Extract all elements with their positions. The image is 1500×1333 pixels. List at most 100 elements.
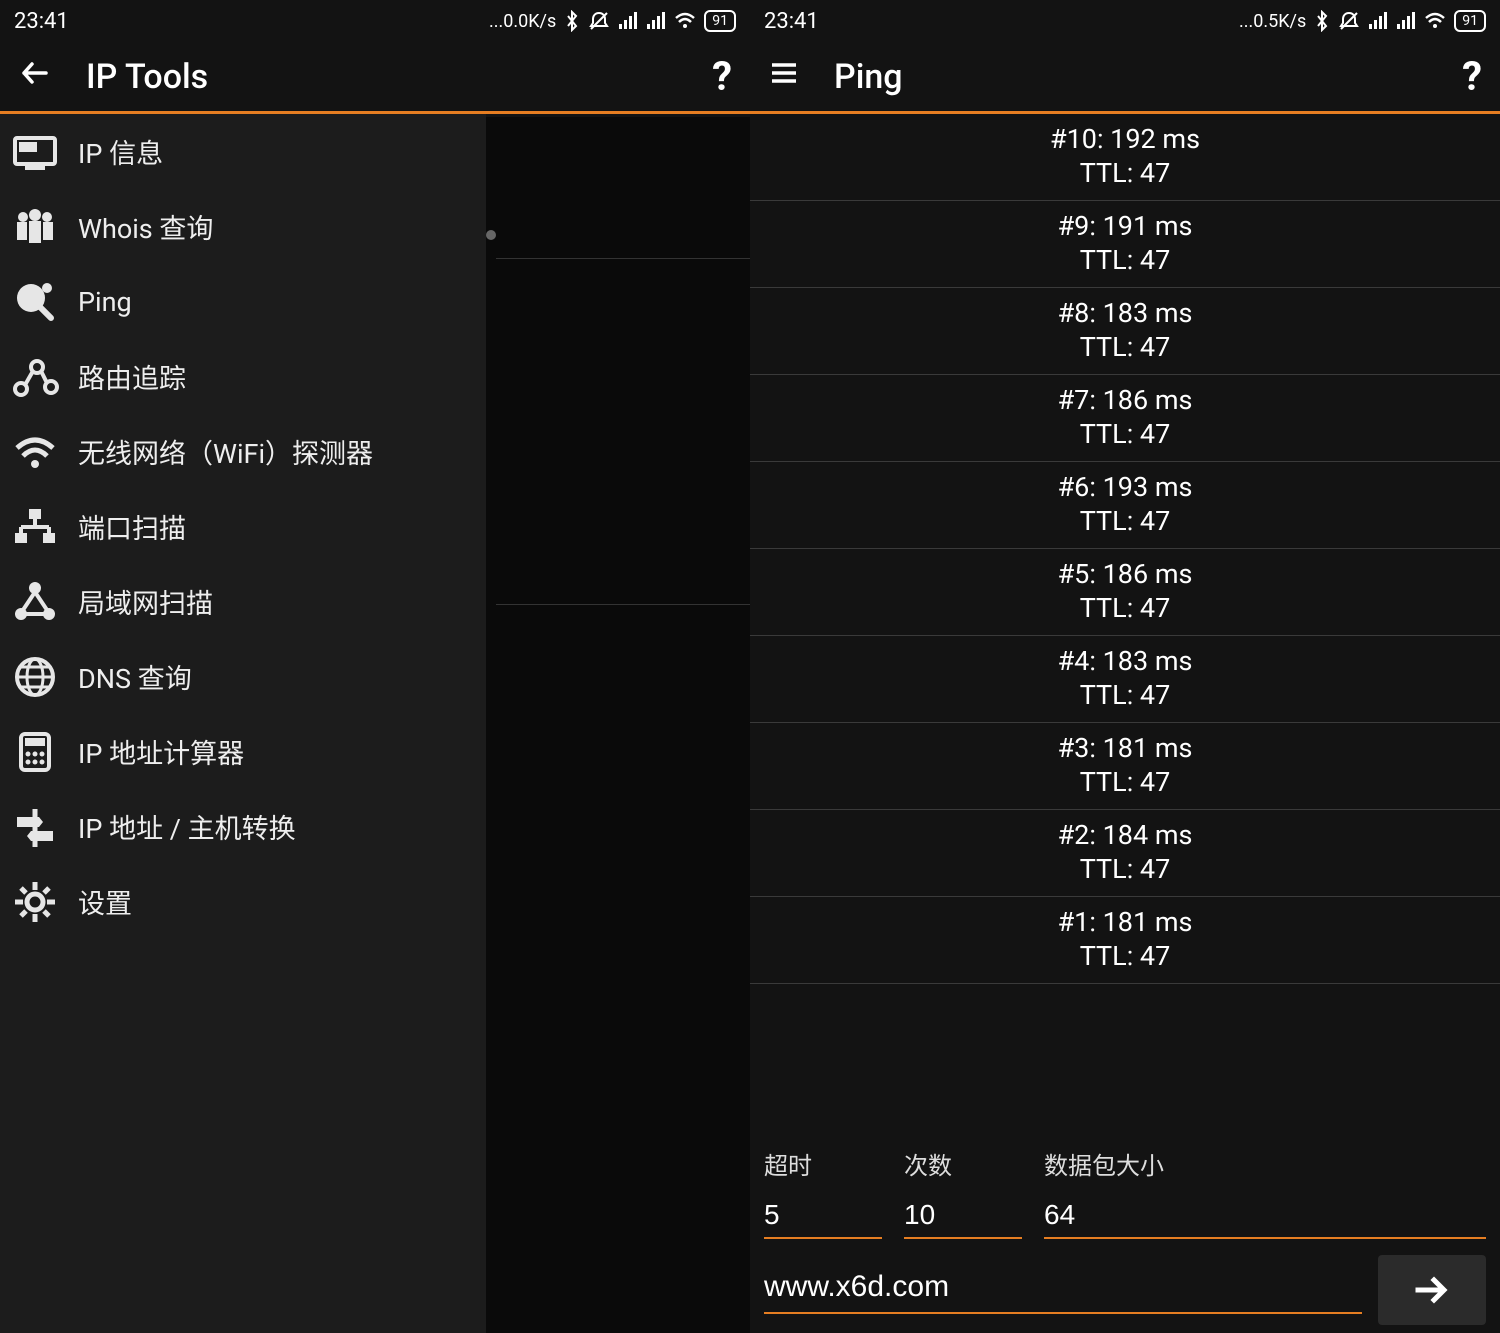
sidebar-item-label: DNS 查询 bbox=[78, 657, 192, 696]
sidebar-item-label: 设置 bbox=[78, 882, 132, 921]
help-icon[interactable]: ? bbox=[712, 53, 732, 100]
gear-icon bbox=[10, 877, 60, 927]
signal-icon-1 bbox=[618, 12, 638, 30]
partial-divider bbox=[496, 604, 750, 605]
ping-result-line2: TTL: 47 bbox=[750, 852, 1500, 886]
help-icon[interactable]: ? bbox=[1462, 53, 1482, 100]
ping-result-line1: #8: 183 ms bbox=[750, 296, 1500, 330]
ping-result-line1: #9: 191 ms bbox=[750, 209, 1500, 243]
ping-result-line1: #3: 181 ms bbox=[750, 731, 1500, 765]
battery-level: 91 bbox=[704, 10, 736, 32]
arrow-right-icon bbox=[1410, 1268, 1454, 1312]
mute-icon bbox=[1338, 10, 1360, 32]
sidebar-item-label: Whois 查询 bbox=[78, 207, 213, 246]
ping-result-line2: TTL: 47 bbox=[750, 678, 1500, 712]
sidebar-item-ping[interactable]: Ping bbox=[0, 264, 486, 339]
sidebar-item-wifi[interactable]: 无线网络（WiFi）探测器 bbox=[0, 414, 486, 489]
sidebar-item-ip-info[interactable]: IP 信息 bbox=[0, 114, 486, 189]
sidebar-item-label: IP 信息 bbox=[78, 132, 163, 171]
status-speed: ...0.5K/s bbox=[1239, 11, 1306, 32]
sidebar-item-label: 无线网络（WiFi）探测器 bbox=[78, 432, 373, 471]
count-field: 次数 bbox=[904, 1146, 1022, 1239]
timeout-field: 超时 bbox=[764, 1146, 882, 1239]
ping-result-line2: TTL: 47 bbox=[750, 765, 1500, 799]
run-ping-button[interactable] bbox=[1378, 1255, 1486, 1325]
back-icon[interactable] bbox=[18, 56, 52, 98]
timeout-input[interactable] bbox=[764, 1195, 882, 1239]
ping-result-line1: #2: 184 ms bbox=[750, 818, 1500, 852]
ping-result-line1: #6: 193 ms bbox=[750, 470, 1500, 504]
count-input[interactable] bbox=[904, 1195, 1022, 1239]
status-bar: 23:41 ...0.5K/s 91 bbox=[750, 0, 1500, 42]
signpost-icon bbox=[10, 802, 60, 852]
app-bar: Ping ? bbox=[750, 42, 1500, 114]
signal-icon-2 bbox=[646, 12, 666, 30]
ping-result-row: #1: 181 msTTL: 47 bbox=[750, 897, 1500, 984]
wifi-status-icon bbox=[674, 12, 696, 30]
paddle-icon bbox=[10, 277, 60, 327]
host-input[interactable] bbox=[764, 1266, 1362, 1314]
bluetooth-icon bbox=[564, 10, 580, 32]
packet-size-label: 数据包大小 bbox=[1044, 1146, 1486, 1181]
ping-result-line1: #1: 181 ms bbox=[750, 905, 1500, 939]
left-phone: 23:41 ...0.0K/s 91 IP bbox=[0, 0, 750, 1333]
lan-icon bbox=[10, 577, 60, 627]
globe-icon bbox=[10, 652, 60, 702]
route-icon bbox=[10, 352, 60, 402]
packet-size-field: 数据包大小 bbox=[1044, 1146, 1486, 1239]
host-row bbox=[750, 1239, 1500, 1333]
signal-icon-2 bbox=[1396, 12, 1416, 30]
ping-result-line2: TTL: 47 bbox=[750, 939, 1500, 973]
ping-controls: 超时 次数 数据包大小 bbox=[750, 1140, 1500, 1239]
right-phone: 23:41 ...0.5K/s 91 Pin bbox=[750, 0, 1500, 1333]
wifi-status-icon bbox=[1424, 12, 1446, 30]
ping-results-list[interactable]: #10: 192 msTTL: 47#9: 191 msTTL: 47#8: 1… bbox=[750, 114, 1500, 1140]
ping-result-row: #10: 192 msTTL: 47 bbox=[750, 114, 1500, 201]
ping-result-line1: #7: 186 ms bbox=[750, 383, 1500, 417]
status-speed: ...0.0K/s bbox=[489, 11, 556, 32]
status-time: 23:41 bbox=[14, 9, 69, 34]
menu-backdrop[interactable] bbox=[486, 117, 750, 1333]
mute-icon bbox=[588, 10, 610, 32]
ping-result-row: #3: 181 msTTL: 47 bbox=[750, 723, 1500, 810]
sidebar-item-label: IP 地址计算器 bbox=[78, 732, 244, 771]
bluetooth-icon bbox=[1314, 10, 1330, 32]
sidebar-menu: IP 信息 Whois 查询 Ping 路由追踪无线网络（WiFi）探测器端口扫描局域… bbox=[0, 114, 486, 1333]
sidebar-item-whois[interactable]: Whois 查询 bbox=[0, 189, 486, 264]
sidebar-item-traceroute[interactable]: 路由追踪 bbox=[0, 339, 486, 414]
ping-result-row: #2: 184 msTTL: 47 bbox=[750, 810, 1500, 897]
sidebar-item-iphost[interactable]: IP 地址 / 主机转换 bbox=[0, 789, 486, 864]
ping-result-line2: TTL: 47 bbox=[750, 156, 1500, 190]
signal-icon-1 bbox=[1368, 12, 1388, 30]
sidebar-item-label: 路由追踪 bbox=[78, 357, 186, 396]
ping-result-line2: TTL: 47 bbox=[750, 504, 1500, 538]
app-title: IP Tools bbox=[86, 57, 208, 97]
packet-size-input[interactable] bbox=[1044, 1195, 1486, 1239]
ping-result-row: #9: 191 msTTL: 47 bbox=[750, 201, 1500, 288]
ping-result-row: #7: 186 msTTL: 47 bbox=[750, 375, 1500, 462]
status-icons: ...0.0K/s 91 bbox=[489, 10, 736, 32]
sidebar-item-portscan[interactable]: 端口扫描 bbox=[0, 489, 486, 564]
timeout-label: 超时 bbox=[764, 1146, 882, 1181]
sidebar-item-label: IP 地址 / 主机转换 bbox=[78, 807, 296, 846]
ping-result-row: #4: 183 msTTL: 47 bbox=[750, 636, 1500, 723]
ping-result-line2: TTL: 47 bbox=[750, 243, 1500, 277]
sidebar-item-dns[interactable]: DNS 查询 bbox=[0, 639, 486, 714]
hamburger-icon[interactable] bbox=[768, 57, 800, 97]
ping-result-line2: TTL: 47 bbox=[750, 417, 1500, 451]
ping-result-row: #5: 186 msTTL: 47 bbox=[750, 549, 1500, 636]
ping-result-line1: #5: 186 ms bbox=[750, 557, 1500, 591]
sidebar-item-settings[interactable]: 设置 bbox=[0, 864, 486, 939]
sidebar-item-label: 端口扫描 bbox=[78, 507, 186, 546]
network-icon bbox=[10, 502, 60, 552]
wifi-icon bbox=[10, 427, 60, 477]
sidebar-item-ipcalc[interactable]: IP 地址计算器 bbox=[0, 714, 486, 789]
calculator-icon bbox=[10, 727, 60, 777]
page-indicator-dot bbox=[486, 230, 496, 240]
count-label: 次数 bbox=[904, 1146, 1022, 1181]
status-bar: 23:41 ...0.0K/s 91 bbox=[0, 0, 750, 42]
sidebar-item-label: Ping bbox=[78, 286, 132, 318]
ping-result-line2: TTL: 47 bbox=[750, 330, 1500, 364]
app-bar: IP Tools ? bbox=[0, 42, 750, 114]
sidebar-item-lanscan[interactable]: 局域网扫描 bbox=[0, 564, 486, 639]
